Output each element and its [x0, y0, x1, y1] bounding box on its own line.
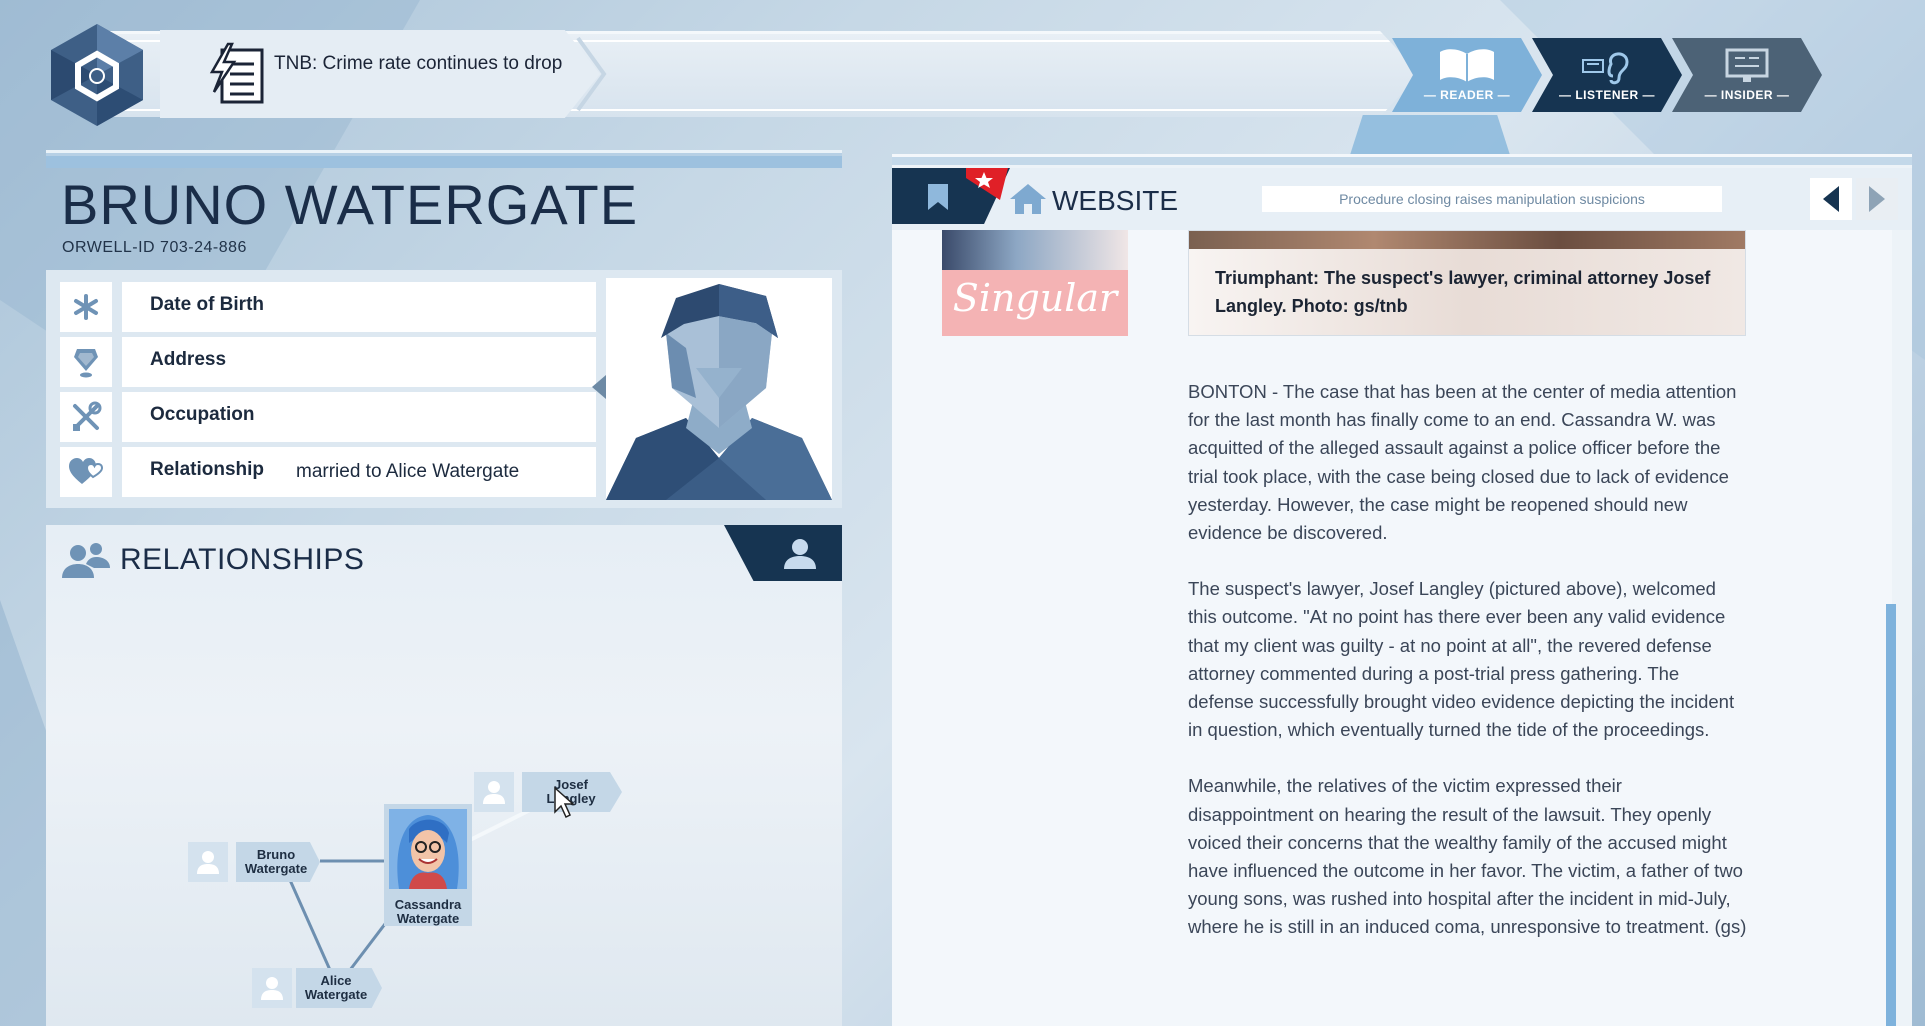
article-paragraph[interactable]: The suspect's lawyer, Josef Langley (pic…	[1188, 575, 1748, 744]
next-button[interactable]	[1856, 178, 1898, 220]
node-cassandra[interactable]: Cassandra Watergate	[384, 804, 472, 926]
bookmark-icon	[928, 184, 948, 210]
person-icon	[483, 781, 505, 804]
person-icon	[261, 977, 283, 1000]
article-paragraph[interactable]: BONTON - The case that has been at the c…	[1188, 378, 1748, 547]
node-avatar[interactable]	[252, 968, 292, 1008]
favorite-star-icon[interactable]	[966, 168, 1008, 200]
singular-ad[interactable]: Singular	[942, 230, 1128, 336]
home-icon	[1010, 184, 1046, 214]
node-avatar[interactable]	[474, 772, 514, 812]
article-body: BONTON - The case that has been at the c…	[1188, 378, 1748, 970]
article-paragraph[interactable]: Meanwhile, the relatives of the victim e…	[1188, 772, 1748, 941]
previous-button[interactable]	[1810, 178, 1852, 220]
node-avatar[interactable]	[188, 842, 228, 882]
cassandra-avatar	[389, 809, 467, 889]
chevron-right-icon	[1869, 186, 1885, 212]
chevron-left-icon	[1823, 186, 1839, 212]
ad-text: Singular	[952, 276, 1118, 320]
node-label-cassandra: Cassandra Watergate	[394, 897, 462, 926]
node-label-bruno: Bruno Watergate	[244, 847, 308, 876]
photo-caption[interactable]: Triumphant: The suspect's lawyer, crimin…	[1215, 264, 1725, 320]
website-headline[interactable]: Procedure closing raises manipulation su…	[1262, 186, 1722, 212]
ad-image	[942, 230, 1128, 270]
website-title: WEBSITE	[1052, 185, 1179, 216]
node-label-alice: Alice Watergate	[304, 973, 368, 1002]
person-icon	[197, 851, 219, 874]
mouse-cursor-icon	[554, 786, 575, 819]
photo-image-strip	[1189, 231, 1745, 249]
article-scrollbar[interactable]	[1886, 604, 1896, 1026]
